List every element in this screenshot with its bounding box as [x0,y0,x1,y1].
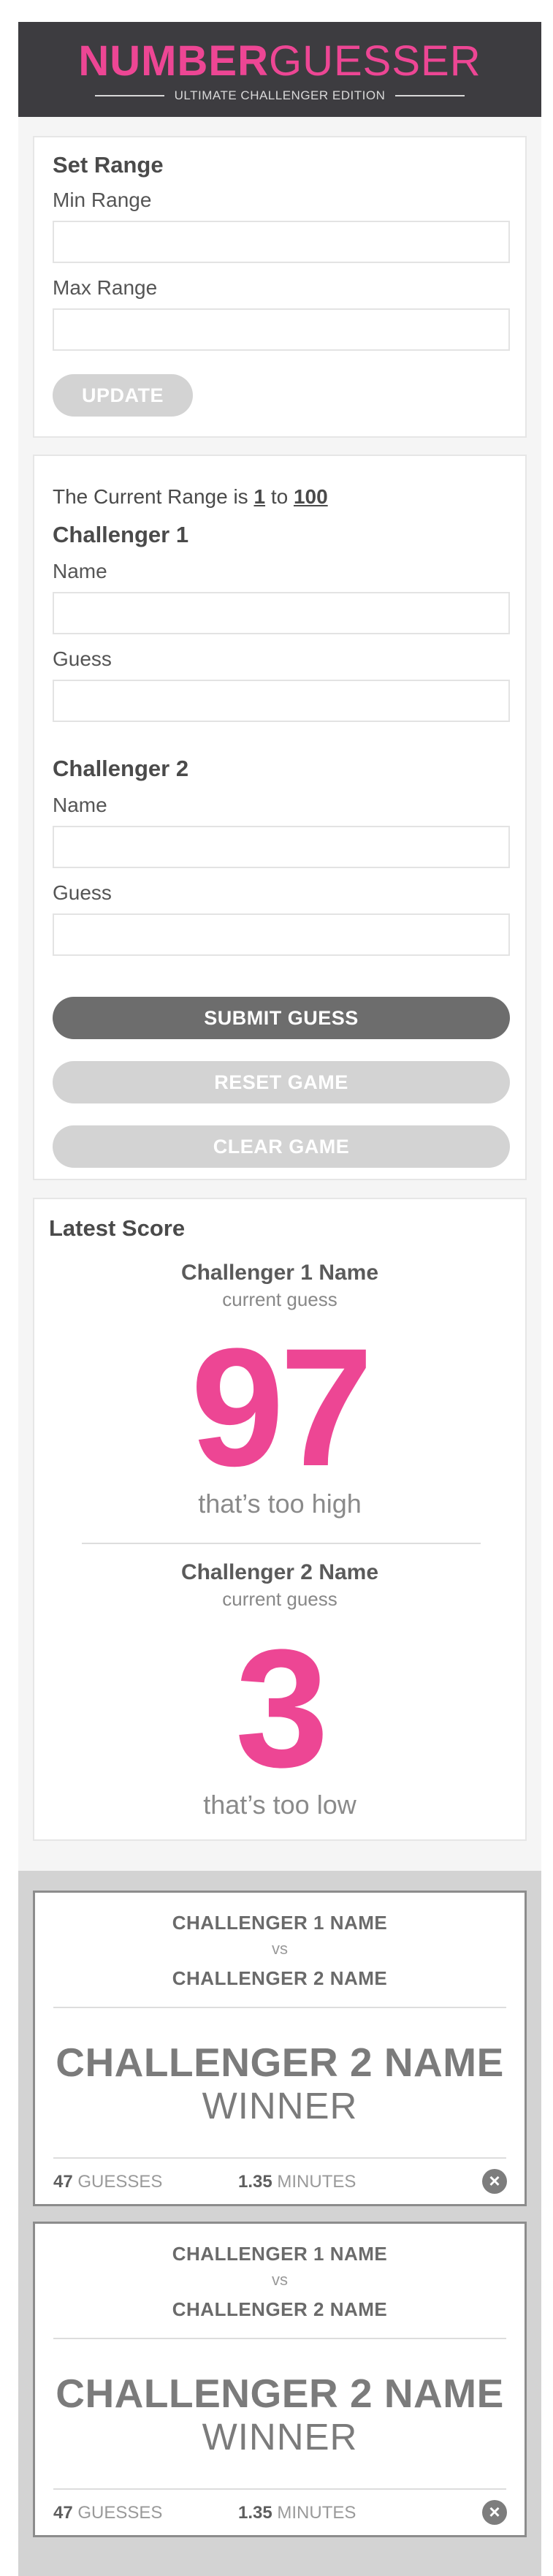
subtitle-row: ULTIMATE CHALLENGER EDITION [18,85,541,107]
result-guesses: 47 GUESSES [53,2172,162,2192]
challenger-2-title: Challenger 2 [53,756,189,781]
min-range-input[interactable] [53,221,510,263]
divider [53,2157,506,2159]
divider [53,2488,506,2490]
challenger-2-guess-input[interactable] [53,913,510,956]
result-challenger-2: CHALLENGER 2 NAME [172,1967,388,1989]
score-1-name: Challenger 1 Name [180,1261,379,1285]
result-winner-label: WINNER [202,2085,358,2127]
challenger-1-guess-label: Guess [53,647,112,670]
logo-light: GUESSER [268,37,481,85]
divider [395,95,465,96]
divider [53,2338,506,2339]
reset-game-button[interactable]: RESET GAME [53,1061,510,1103]
result-card: CHALLENGER 1 NAME vs CHALLENGER 2 NAME C… [33,1891,527,2206]
challenger-2-guess-label: Guess [53,881,112,904]
range-prefix: The Current Range is [53,485,248,508]
score-2-subtitle: current guess [222,1588,337,1610]
score-1-message: that’s too high [198,1489,362,1519]
challenger-1-title: Challenger 1 [53,522,189,547]
result-guesses-label: GUESSES [77,2503,163,2523]
set-range-title: Set Range [53,152,164,178]
app: NUMBERGUESSER ULTIMATE CHALLENGER EDITIO… [0,0,553,2576]
result-winner-name: CHALLENGER 2 NAME [56,2040,504,2085]
result-minutes-value: 1.35 [238,2172,272,2192]
score-2-name: Challenger 2 Name [180,1560,379,1584]
result-minutes: 1.35 MINUTES [238,2172,356,2192]
result-minutes-label: MINUTES [277,2503,356,2523]
result-guesses-count: 47 [53,2172,73,2192]
latest-score-panel: Latest Score Challenger 1 Name current g… [33,1198,527,1841]
divider [82,1543,481,1544]
game-panel: The Current Range is 1 to 100 Challenger… [33,455,527,1180]
update-button[interactable]: UPDATE [53,374,193,417]
divider [53,2007,506,2008]
score-2-guess: 3 [235,1614,329,1802]
result-vs: vs [272,2271,288,2289]
score-1-guess: 97 [191,1313,373,1501]
result-challenger-1: CHALLENGER 1 NAME [172,1912,388,1934]
clear-game-button[interactable]: CLEAR GAME [53,1125,510,1168]
result-guesses: 47 GUESSES [53,2503,162,2523]
range-to: to [270,485,289,508]
result-guesses-label: GUESSES [77,2172,163,2192]
close-icon[interactable]: × [482,2169,507,2194]
current-range: The Current Range is 1 to 100 [53,485,328,509]
max-range-input[interactable] [53,308,510,351]
result-challenger-1: CHALLENGER 1 NAME [172,2243,388,2265]
result-card: CHALLENGER 1 NAME vs CHALLENGER 2 NAME C… [33,2222,527,2537]
submit-guess-button[interactable]: SUBMIT GUESS [53,997,510,1039]
result-guesses-count: 47 [53,2503,73,2523]
challenger-2-name-input[interactable] [53,826,510,868]
divider [94,95,164,96]
min-range-label: Min Range [53,189,152,211]
challenger-1-name-label: Name [53,560,107,582]
challenger-1-name-input[interactable] [53,592,510,634]
result-minutes-label: MINUTES [277,2172,356,2192]
score-2-message: that’s too low [203,1790,356,1820]
challenger-2-name-label: Name [53,794,107,816]
result-minutes: 1.35 MINUTES [238,2503,356,2523]
result-winner-label: WINNER [202,2416,358,2458]
result-winner-name: CHALLENGER 2 NAME [56,2371,504,2416]
result-vs: vs [272,1939,288,1958]
score-1-subtitle: current guess [222,1288,337,1310]
close-icon[interactable]: × [482,2500,507,2525]
subtitle: ULTIMATE CHALLENGER EDITION [174,88,386,102]
result-challenger-2: CHALLENGER 2 NAME [172,2298,388,2320]
set-range-panel: Set Range Min Range Max Range UPDATE [33,136,527,438]
challenger-1-guess-input[interactable] [53,680,510,722]
max-range-label: Max Range [53,276,158,299]
latest-score-title: Latest Score [49,1215,186,1241]
range-max-value: 100 [293,485,328,508]
result-minutes-value: 1.35 [238,2503,272,2523]
logo-bold: NUMBER [78,37,269,85]
logo: NUMBERGUESSER [18,38,541,85]
header: NUMBERGUESSER ULTIMATE CHALLENGER EDITIO… [18,22,541,117]
range-min-value: 1 [253,485,266,508]
